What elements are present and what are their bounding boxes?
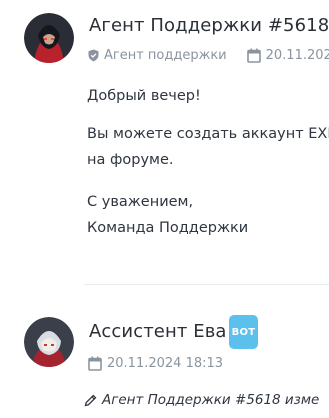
message-date: 20.11.2024: [265, 48, 329, 63]
edit-note: Агент Поддержки #5618 изме: [84, 392, 319, 408]
message-greeting: Добрый вечер!: [87, 88, 201, 104]
assistant-name[interactable]: Ассистент Ева: [89, 321, 227, 342]
shield-icon: [88, 49, 99, 62]
assistant-avatar: [24, 317, 74, 367]
calendar-icon: [246, 48, 261, 63]
message-signature-line2: Команда Поддержки: [87, 220, 249, 236]
agent-meta: Агент поддержки 20.11.2024: [88, 48, 329, 63]
agent-avatar: [24, 13, 74, 63]
message-date: 20.11.2024 18:13: [107, 356, 224, 371]
bot-badge: BOT: [229, 315, 258, 349]
edit-note-text: Агент Поддержки #5618 изме: [102, 392, 320, 408]
message-signature-line1: С уважением,: [87, 194, 194, 210]
agent-name[interactable]: Агент Поддержки #5618: [89, 15, 329, 36]
agent-role: Агент поддержки: [104, 48, 227, 63]
message-divider: [84, 284, 329, 285]
assistant-meta: 20.11.2024 18:13: [88, 356, 223, 371]
calendar-icon: [88, 356, 102, 371]
pencil-icon: [84, 394, 97, 406]
message-paragraph-line1: Вы можете создать аккаунт EXB: [87, 126, 329, 142]
message-paragraph-line2: на форуме.: [87, 152, 174, 168]
